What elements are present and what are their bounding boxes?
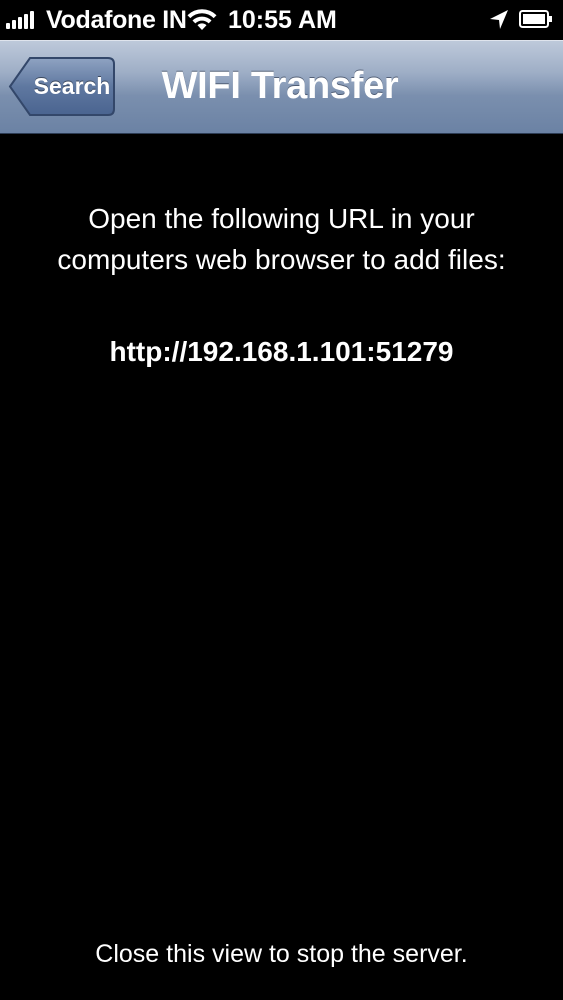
page-title: WIFI Transfer — [161, 65, 399, 107]
signal-bars-icon — [6, 11, 34, 29]
battery-icon — [519, 10, 552, 28]
back-button-label: Search — [33, 73, 111, 99]
back-button[interactable]: Search — [8, 56, 116, 117]
instructions-text: Open the following URL in your computers… — [57, 203, 506, 275]
server-url: http://192.168.1.101:51279 — [109, 336, 454, 367]
carrier-name: Vodafone IN — [46, 6, 187, 34]
location-arrow-icon — [488, 9, 510, 36]
status-bar: Vodafone IN 10:55 AM — [0, 0, 563, 40]
footer-note: Close this view to stop the server. — [95, 940, 468, 968]
clock: 10:55 AM — [228, 6, 337, 34]
navigation-bar: Search WIFI Transfer — [0, 40, 563, 134]
wifi-icon — [186, 8, 218, 37]
